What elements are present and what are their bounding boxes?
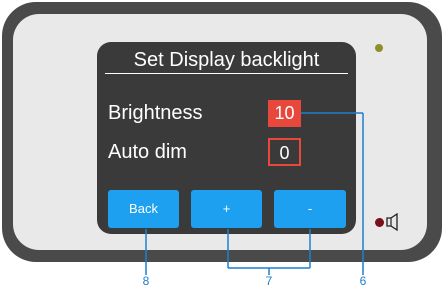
callout-8: 8 [142,274,150,288]
callout-leaders [145,112,364,275]
callout-6: 6 [359,274,367,288]
callout-7: 7 [265,274,273,288]
